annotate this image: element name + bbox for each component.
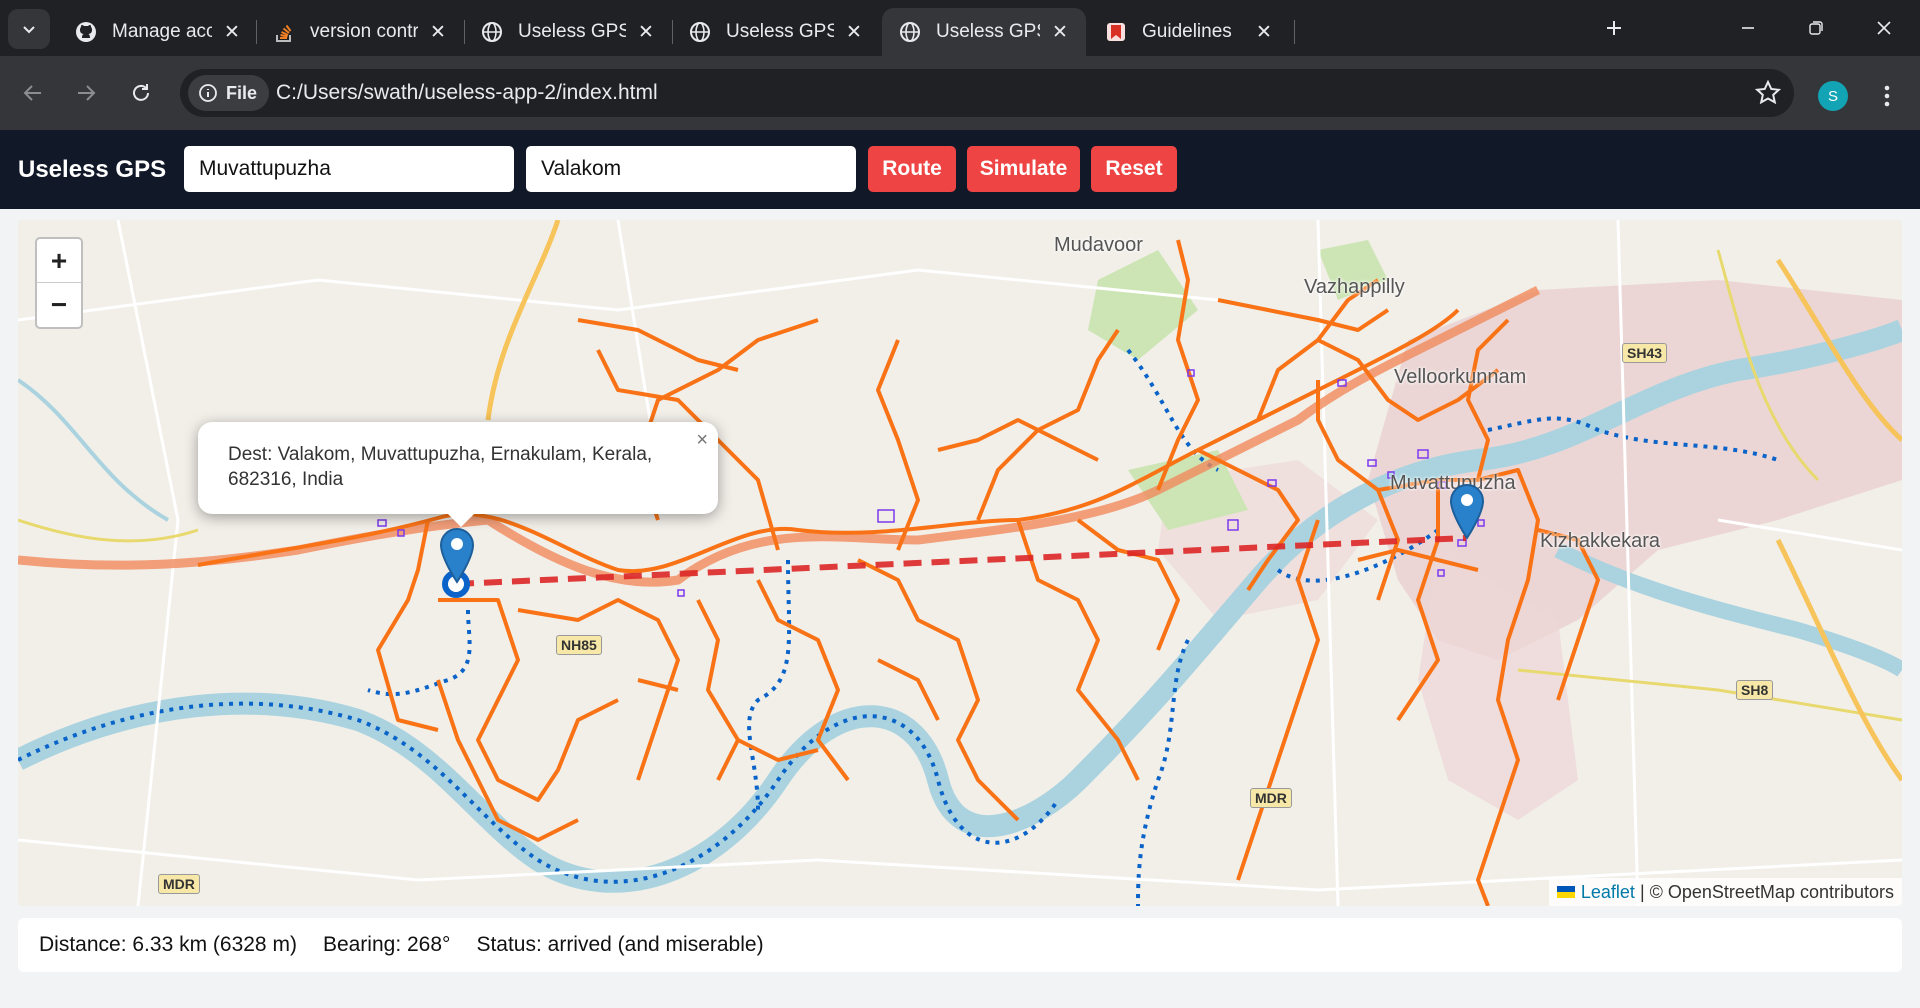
destination-input[interactable] <box>526 146 856 192</box>
stackoverflow-icon <box>272 20 296 44</box>
tab-title: Useless GPS — Ful <box>518 21 626 42</box>
bearing-readout: Bearing: 268° <box>322 933 451 956</box>
close-icon[interactable]: ✕ <box>220 20 244 44</box>
globe-icon <box>898 20 922 44</box>
tab-title: Guidelines <box>1142 21 1232 42</box>
browser-tab-strip: Manage access ✕ version control - H ✕ Us… <box>0 0 1920 56</box>
tab-search-button[interactable] <box>8 9 50 49</box>
site-info-chip[interactable]: File <box>188 75 270 111</box>
forward-button[interactable] <box>66 73 106 113</box>
arrow-right-icon <box>78 85 96 101</box>
restore-icon <box>1809 21 1823 35</box>
close-icon[interactable]: ✕ <box>634 20 658 44</box>
status-bar: Distance: 6.33 km (6328 m) Bearing: 268°… <box>18 918 1902 972</box>
app-title: Useless GPS <box>18 156 167 183</box>
tab-useless-gps-an[interactable]: Useless GPS — An ✕ <box>672 8 880 56</box>
profile-avatar[interactable]: S <box>1818 81 1848 111</box>
reload-button[interactable] <box>121 73 161 113</box>
reload-icon <box>133 84 149 101</box>
popup-close-button[interactable]: × <box>696 428 708 453</box>
popup-tip <box>445 511 477 527</box>
browser-toolbar: File C:/Users/swath/useless-app-2/index.… <box>0 56 1920 130</box>
direct-route-line <box>455 535 1467 587</box>
route-button[interactable]: Route <box>868 146 956 192</box>
minimize-button[interactable] <box>1732 12 1764 44</box>
status-readout: Status: arrived (and miserable) <box>476 933 764 956</box>
zoom-in-button[interactable]: + <box>37 239 81 283</box>
simulate-button[interactable]: Simulate <box>967 146 1080 192</box>
address-bar[interactable]: File C:/Users/swath/useless-app-2/index.… <box>180 69 1794 117</box>
zoom-control: + − <box>35 237 83 329</box>
tab-title: Useless GPS — An <box>726 21 834 42</box>
tab-separator <box>1294 20 1295 44</box>
tab-title: Useless GPS — Wa <box>936 21 1040 42</box>
close-icon[interactable]: ✕ <box>1048 20 1072 44</box>
distance-readout: Distance: 6.33 km (6328 m) <box>39 933 297 956</box>
browser-menu-button[interactable] <box>1872 78 1902 114</box>
origin-input[interactable] <box>184 146 514 192</box>
restore-button[interactable] <box>1800 12 1832 44</box>
origin-marker-icon[interactable] <box>1448 482 1486 540</box>
site-chip-label: File <box>226 82 258 103</box>
plus-icon <box>1607 21 1621 35</box>
info-icon <box>199 84 217 102</box>
tab-useless-gps-active[interactable]: Useless GPS — Wa ✕ <box>882 8 1086 56</box>
ukraine-flag-icon <box>1556 886 1575 898</box>
url-text[interactable]: C:/Users/swath/useless-app-2/index.html <box>276 81 658 105</box>
close-window-button[interactable] <box>1868 12 1900 44</box>
popup-text: Dest: Valakom, Muvattupuzha, Ernakulam, … <box>228 444 653 490</box>
zoom-out-button[interactable]: − <box>37 283 81 327</box>
tab-title: version control - H <box>310 21 418 42</box>
guidelines-icon <box>1104 20 1128 44</box>
attribution-text: | © OpenStreetMap contributors <box>1634 881 1894 902</box>
reset-button[interactable]: Reset <box>1091 146 1177 192</box>
minimize-icon <box>1742 27 1754 29</box>
route-overlay <box>442 535 1467 598</box>
close-icon[interactable]: ✕ <box>842 20 866 44</box>
chevron-down-icon <box>23 26 35 34</box>
leaflet-link[interactable]: Leaflet <box>1581 882 1635 903</box>
more-vert-icon <box>1884 85 1890 107</box>
close-icon[interactable]: ✕ <box>426 20 450 44</box>
close-icon[interactable]: ✕ <box>1252 20 1276 44</box>
new-tab-button[interactable] <box>1598 12 1630 44</box>
tab-version-control[interactable]: version control - H ✕ <box>256 8 464 56</box>
app-header: Useless GPS Route Simulate Reset <box>0 130 1920 209</box>
globe-icon <box>480 20 504 44</box>
tab-title: Manage access <box>112 21 212 42</box>
map-container[interactable]: Mudavoor Vazhappilly Velloorkunnam Muvat… <box>18 220 1902 906</box>
destination-marker-icon[interactable] <box>438 526 476 584</box>
globe-icon <box>688 20 712 44</box>
bookmark-star-icon[interactable] <box>1754 79 1782 107</box>
github-icon <box>74 20 98 44</box>
tab-manage-access[interactable]: Manage access ✕ <box>58 8 258 56</box>
tab-guidelines[interactable]: Guidelines ✕ <box>1088 8 1290 56</box>
arrow-left-icon <box>23 85 41 101</box>
destination-popup: Dest: Valakom, Muvattupuzha, Ernakulam, … <box>198 422 718 514</box>
close-icon <box>1877 21 1891 35</box>
map-attribution: Leaflet | © OpenStreetMap contributors <box>1548 878 1902 906</box>
back-button[interactable] <box>13 73 53 113</box>
tab-useless-gps-full[interactable]: Useless GPS — Ful ✕ <box>464 8 672 56</box>
